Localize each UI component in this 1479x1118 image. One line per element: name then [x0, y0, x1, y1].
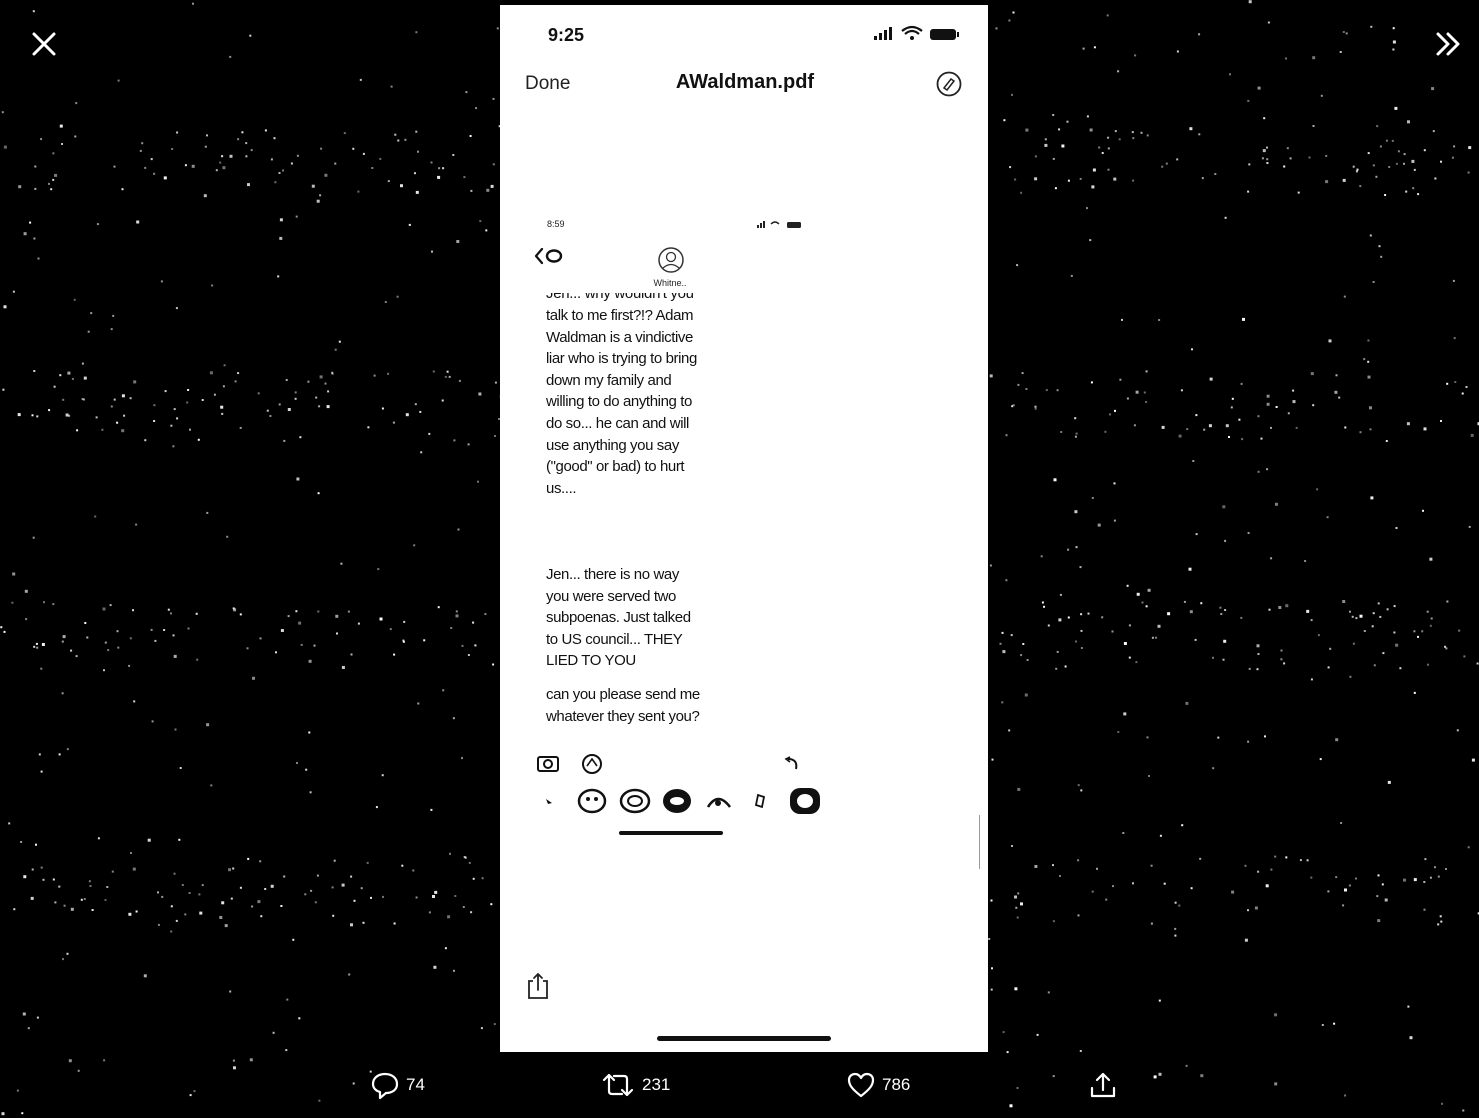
- reply-bubble-icon: [371, 1072, 399, 1100]
- share-upload-icon: [1090, 1072, 1116, 1098]
- message-line: to US council... THEY: [546, 630, 683, 648]
- share-tweet-button[interactable]: [1088, 1068, 1118, 1102]
- inner-back-button: [534, 247, 563, 265]
- scroll-indicator: [979, 815, 980, 869]
- message-line: you were served two: [546, 587, 676, 605]
- audio-icon: [784, 756, 798, 770]
- inner-status-time: 8:59: [547, 219, 565, 229]
- message-line: subpoenas. Just talked: [546, 609, 691, 627]
- camera-icon: [537, 756, 559, 772]
- message-line: us....: [546, 479, 577, 497]
- expand-button[interactable]: [1428, 26, 1468, 62]
- inner-status-icons: [757, 221, 801, 228]
- message-line: ("good" or bad) to hurt: [546, 458, 685, 476]
- close-button[interactable]: [26, 26, 62, 62]
- message-line: liar who is trying to bring: [546, 350, 697, 368]
- message-bubble: can you please send me whatever they sen…: [546, 684, 746, 727]
- status-icons: [874, 25, 959, 40]
- home-indicator: [657, 1036, 831, 1041]
- app-store-icon: [582, 754, 602, 774]
- inner-input-toolbar: [537, 754, 798, 774]
- retweet-button[interactable]: 231: [600, 1068, 670, 1102]
- app-icon: [663, 789, 691, 813]
- app-icon: [754, 793, 766, 809]
- heart-icon: [847, 1072, 875, 1098]
- double-chevron-right-icon: [1436, 32, 1460, 56]
- message-line: willing to do anything to: [546, 393, 692, 411]
- message-line: use anything you say: [546, 436, 679, 454]
- message-bubble: talk to me first?!? Adam Waldman is a vi…: [546, 305, 746, 499]
- app-icon: [577, 788, 607, 814]
- message-line: do so... he can and will: [546, 414, 689, 432]
- cut-off-message-text: Jen... why wouldn't you: [546, 293, 694, 302]
- like-count: 786: [882, 1075, 911, 1094]
- done-button[interactable]: Done: [525, 73, 570, 95]
- message-line: down my family and: [546, 371, 672, 389]
- message-line: Jen... there is no way: [546, 566, 679, 583]
- contact-name: Whitne..: [653, 278, 687, 288]
- retweet-count: 231: [642, 1075, 671, 1094]
- like-button[interactable]: 786: [846, 1068, 910, 1102]
- cut-off-message-line: Jen... why wouldn't you: [546, 293, 746, 303]
- message-line: talk to me first?!? Adam: [546, 307, 694, 324]
- markup-button[interactable]: [934, 69, 964, 99]
- heart-app-icon: [790, 788, 820, 814]
- share-document-button[interactable]: [524, 971, 552, 1001]
- message-line: Waldman is a vindictive: [546, 328, 693, 346]
- reply-count: 74: [406, 1075, 425, 1094]
- pointer-icon: [546, 799, 552, 804]
- app-icon: [706, 797, 731, 808]
- message-line: whatever they sent you?: [546, 707, 700, 725]
- signal-icon: [874, 27, 892, 40]
- message-bubble: Jen... there is no way you were served t…: [546, 564, 746, 672]
- inner-home-indicator: [619, 831, 723, 835]
- share-icon: [528, 972, 548, 999]
- app-icon: [619, 788, 651, 814]
- document-title: AWaldman.pdf: [675, 71, 815, 93]
- message-line: LIED TO YOU: [546, 652, 636, 670]
- contact-avatar-icon: [658, 247, 684, 273]
- media-viewer: 9:25 Done AWaldman.pdf 8:59 Whitne.. Jen…: [0, 0, 1479, 1118]
- reply-button[interactable]: 74: [370, 1068, 425, 1102]
- message-line: can you please send me: [546, 686, 700, 703]
- battery-icon: [930, 29, 959, 40]
- inner-app-drawer: [546, 788, 820, 814]
- wifi-icon: [901, 25, 923, 40]
- markup-pen-icon: [936, 71, 962, 97]
- retweet-icon: [602, 1073, 634, 1097]
- close-icon: [32, 32, 56, 56]
- document-screenshot: 9:25 Done AWaldman.pdf 8:59 Whitne.. Jen…: [500, 5, 988, 1052]
- status-time: 9:25: [548, 25, 585, 45]
